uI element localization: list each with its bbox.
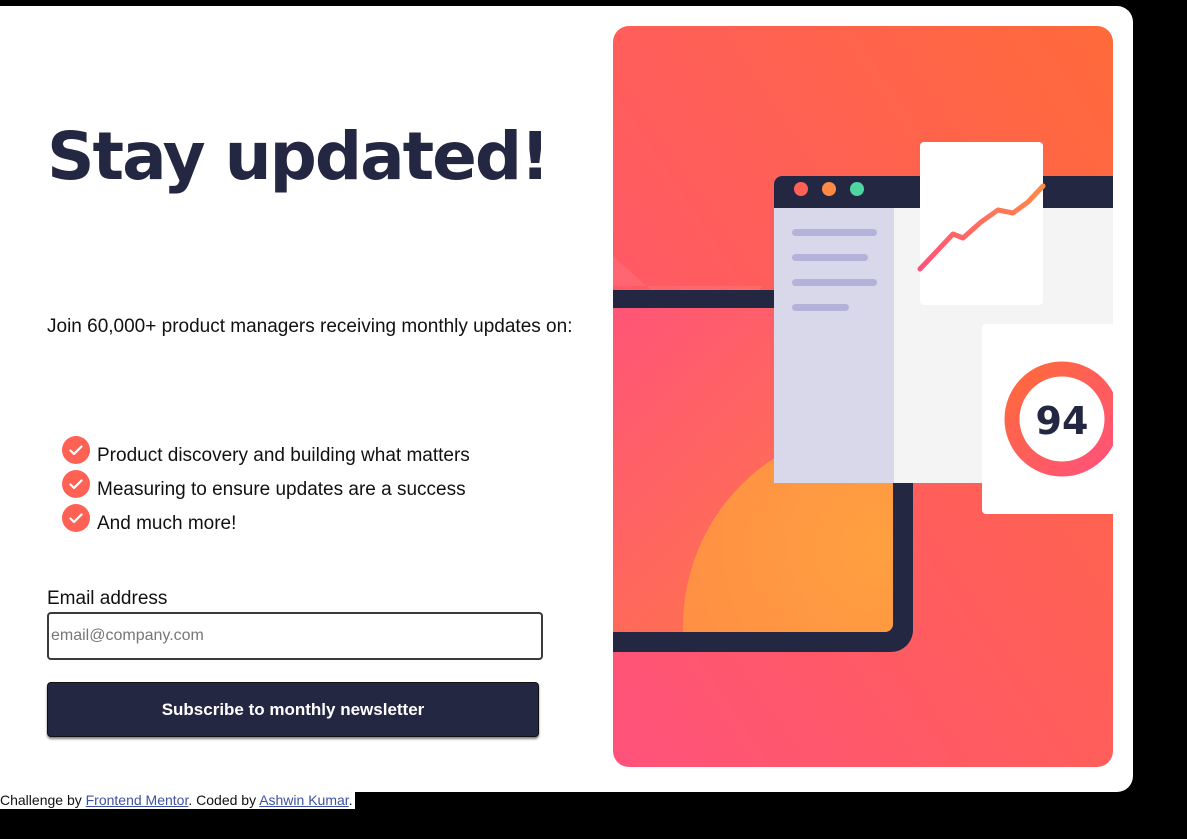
signup-content: Stay updated! Join 60,000+ product manag… bbox=[47, 6, 587, 792]
frontend-mentor-link[interactable]: Frontend Mentor bbox=[86, 792, 189, 808]
email-label: Email address bbox=[47, 588, 168, 609]
subscribe-button[interactable]: Subscribe to monthly newsletter bbox=[47, 682, 539, 737]
check-circle-icon bbox=[62, 504, 90, 532]
list-item: Product discovery and building what matt… bbox=[62, 436, 470, 470]
attribution-middle: . Coded by bbox=[188, 792, 260, 808]
feature-text: Product discovery and building what matt… bbox=[97, 445, 470, 466]
page-title: Stay updated! bbox=[47, 118, 550, 195]
attribution-suffix: . bbox=[348, 792, 353, 808]
feature-text: Measuring to ensure updates are a succes… bbox=[97, 479, 466, 500]
check-circle-icon bbox=[62, 436, 90, 464]
email-field[interactable] bbox=[47, 612, 543, 660]
score-text: 94 bbox=[1036, 399, 1089, 443]
check-circle-icon bbox=[62, 470, 90, 498]
feature-text: And much more! bbox=[97, 513, 237, 534]
feature-list: Product discovery and building what matt… bbox=[62, 436, 470, 538]
hero-illustration: 94 bbox=[613, 26, 1113, 767]
attribution: Challenge by Frontend Mentor. Coded by A… bbox=[0, 792, 355, 809]
intro-text: Join 60,000+ product managers receiving … bbox=[47, 316, 573, 337]
list-item: And much more! bbox=[62, 504, 470, 538]
attribution-prefix: Challenge by bbox=[0, 792, 86, 808]
signup-card: Stay updated! Join 60,000+ product manag… bbox=[0, 6, 1133, 792]
list-item: Measuring to ensure updates are a succes… bbox=[62, 470, 470, 504]
author-link[interactable]: Ashwin Kumar bbox=[259, 792, 348, 808]
